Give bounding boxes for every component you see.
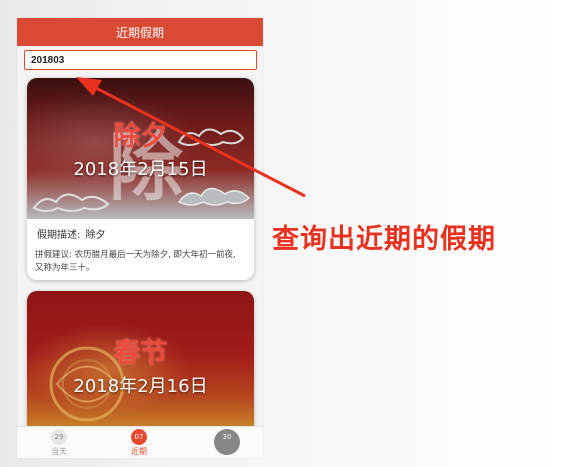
- tab-recent[interactable]: 07 近期: [119, 429, 159, 457]
- search-input[interactable]: [24, 50, 257, 70]
- app-header: 近期假期: [17, 18, 263, 46]
- holiday-banner-title: 除夕: [113, 121, 168, 152]
- holiday-banner-date: 2018年2月16日: [73, 376, 208, 397]
- tab-label: 近期: [131, 447, 147, 456]
- cloud-decoration: [177, 187, 251, 206]
- annotation-caption: 查询出近期的假期: [272, 224, 496, 255]
- holiday-banner-image: 春节 2018年2月16日: [27, 291, 254, 432]
- calendar-day-icon: 30: [214, 429, 240, 455]
- holiday-description: 假期描述: 除夕: [27, 219, 254, 241]
- holiday-card[interactable]: 春节 2018年2月16日: [27, 291, 254, 441]
- holiday-banner-date: 2018年2月15日: [73, 159, 208, 180]
- phone-screen: 近期假期 除 除夕 2018年2月15日 假期描述: 除夕 拼假建议: 农历腊月…: [17, 18, 263, 458]
- description-label: 假期描述:: [37, 230, 81, 241]
- bottom-tab-bar: 29 当天 07 近期 30: [17, 426, 263, 458]
- tab-label: 当天: [51, 447, 67, 456]
- holiday-banner-title: 春节: [113, 338, 168, 369]
- holiday-banner-image: 除 除夕 2018年2月15日: [27, 78, 254, 219]
- page-title: 近期假期: [115, 25, 164, 40]
- calendar-day-icon: 07: [131, 429, 147, 445]
- holiday-tip: 拼假建议: 农历腊月最后一天为除夕, 即大年初一前夜, 又称为年三十。: [35, 250, 236, 273]
- tab-today[interactable]: 29 当天: [39, 429, 79, 457]
- cloud-decoration: [32, 193, 110, 212]
- holiday-card[interactable]: 除 除夕 2018年2月15日 假期描述: 除夕 拼假建议: 农历腊月最后一天为…: [27, 78, 254, 280]
- description-value: 除夕: [85, 230, 106, 241]
- calendar-day-icon: 29: [51, 429, 67, 445]
- tab-month[interactable]: 30: [207, 429, 247, 455]
